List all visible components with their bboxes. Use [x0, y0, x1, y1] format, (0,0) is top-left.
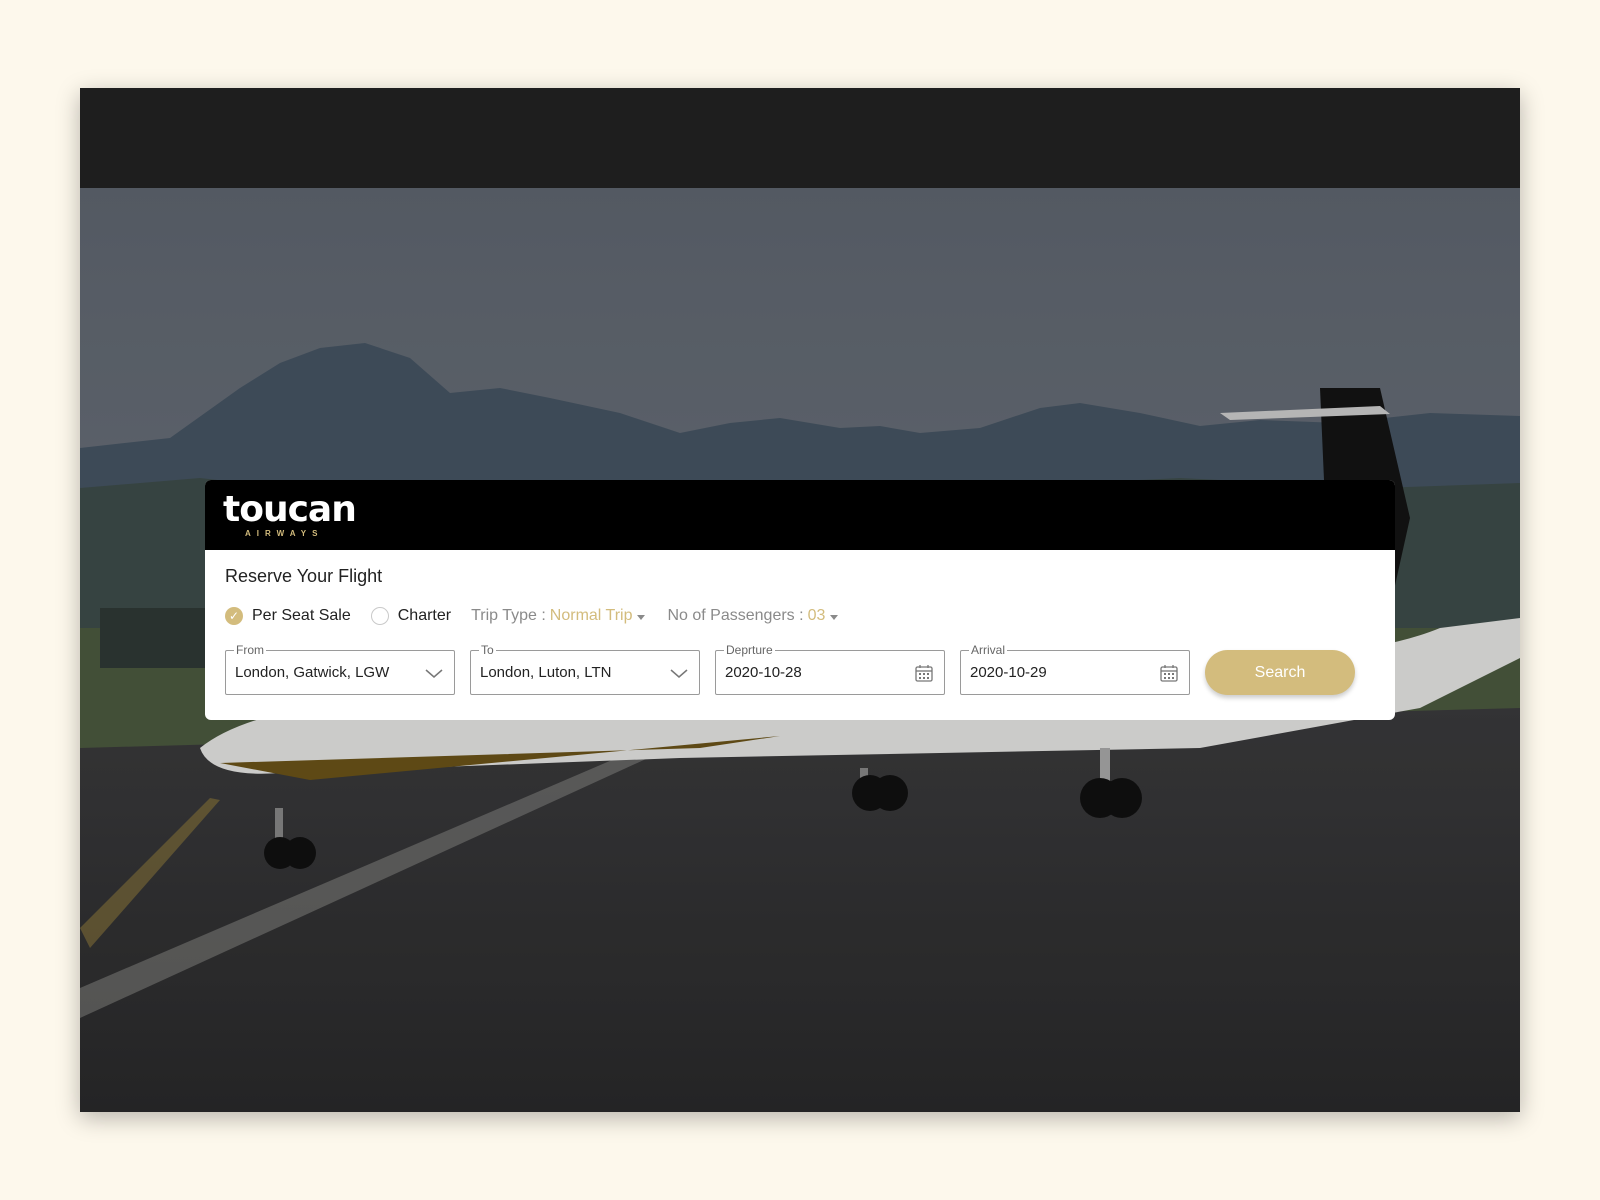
- from-value: London, Gatwick, LGW: [235, 664, 390, 681]
- trip-type-value: Normal Trip: [549, 607, 633, 624]
- search-button[interactable]: Search: [1205, 650, 1355, 695]
- booking-options: ✓ Per Seat Sale Charter Trip Type : Norm…: [225, 604, 860, 628]
- logo-tagline: AIRWAYS: [245, 529, 324, 538]
- passengers-label: No of Passengers :: [667, 607, 804, 624]
- logo-wordmark: toucan: [223, 489, 357, 530]
- booking-card-header: toucan AIRWAYS: [205, 480, 1395, 550]
- to-select[interactable]: To London, Luton, LTN: [470, 642, 700, 695]
- departure-date-field[interactable]: Deprture 2020-10-28: [715, 642, 945, 695]
- arrival-date-field[interactable]: Arrival 2020-10-29: [960, 642, 1190, 695]
- caret-down-icon: [830, 614, 839, 620]
- calendar-icon[interactable]: [1159, 663, 1179, 683]
- browser-window: toucan AIRWAYS Reserve Your Flight ✓ Per…: [80, 88, 1520, 1112]
- to-value: London, Luton, LTN: [480, 664, 612, 681]
- trip-type-dropdown[interactable]: Trip Type : Normal Trip: [471, 607, 646, 625]
- top-bar: [80, 88, 1520, 188]
- charter-radio[interactable]: Charter: [370, 607, 452, 625]
- radio-empty-icon: [370, 607, 389, 625]
- per-seat-sale-label: Per Seat Sale: [252, 607, 351, 624]
- booking-form: Reserve Your Flight ✓ Per Seat Sale Char…: [205, 550, 1395, 720]
- chevron-down-icon: [425, 669, 443, 678]
- toucan-airways-logo[interactable]: toucan AIRWAYS: [223, 488, 357, 544]
- check-icon: ✓: [225, 607, 243, 625]
- passengers-value: 03: [807, 607, 826, 624]
- charter-label: Charter: [397, 607, 452, 624]
- passengers-dropdown[interactable]: No of Passengers : 03: [667, 607, 839, 625]
- caret-down-icon: [637, 614, 646, 620]
- arrival-value: 2020-10-29: [970, 664, 1047, 681]
- per-seat-sale-radio[interactable]: ✓ Per Seat Sale: [225, 607, 351, 625]
- arrival-legend: Arrival: [969, 642, 1008, 658]
- booking-card: toucan AIRWAYS Reserve Your Flight ✓ Per…: [205, 480, 1395, 720]
- calendar-icon[interactable]: [914, 663, 934, 683]
- departure-value: 2020-10-28: [725, 664, 802, 681]
- from-legend: From: [234, 642, 266, 658]
- trip-type-label: Trip Type :: [471, 607, 546, 624]
- departure-legend: Deprture: [724, 642, 775, 658]
- to-legend: To: [479, 642, 496, 658]
- booking-title: Reserve Your Flight: [225, 566, 383, 586]
- chevron-down-icon: [670, 669, 688, 678]
- from-select[interactable]: From London, Gatwick, LGW: [225, 642, 455, 695]
